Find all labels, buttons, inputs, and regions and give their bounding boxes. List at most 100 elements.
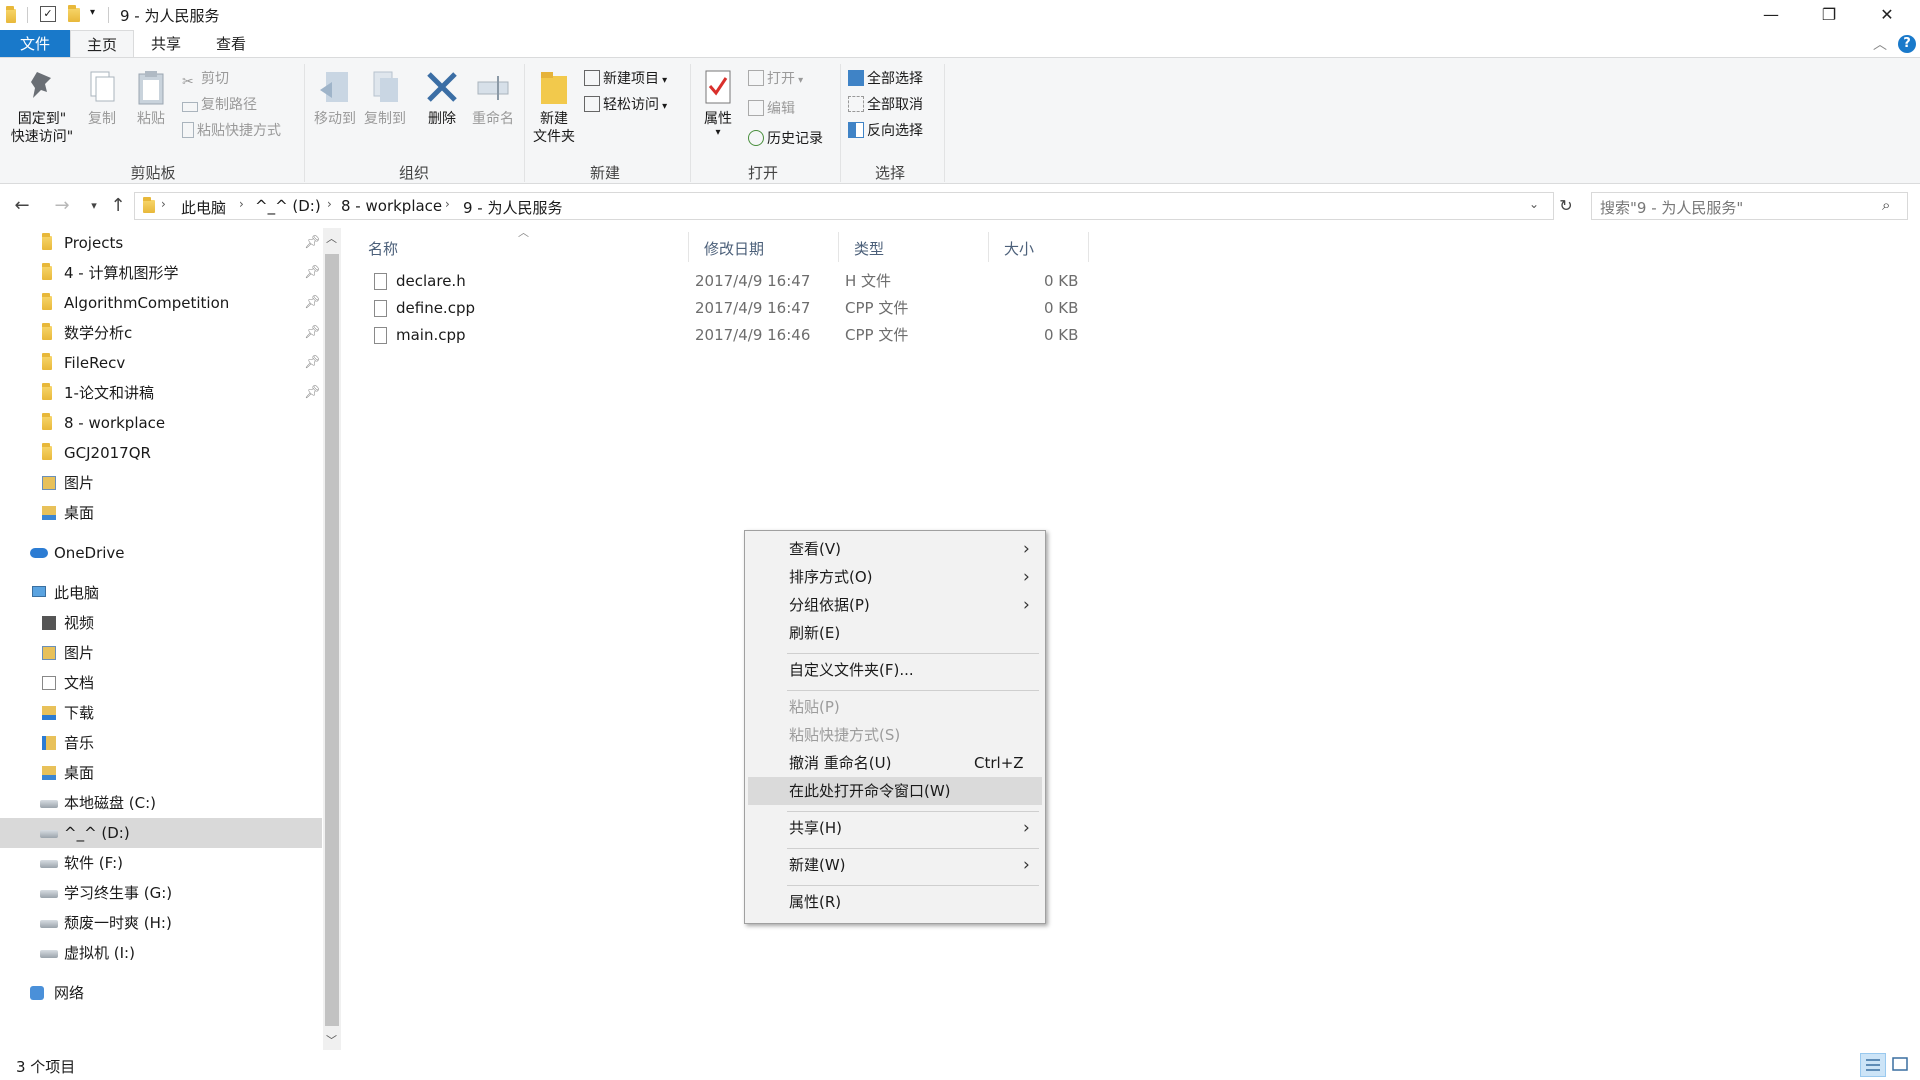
nav-item-workplace[interactable]: 8 - workplace (0, 408, 322, 438)
nav-item-onedrive[interactable]: OneDrive (0, 538, 322, 568)
nav-item-projects[interactable]: Projects 📌︎ (0, 228, 322, 258)
menu-item-view[interactable]: 查看(V) › (748, 535, 1042, 563)
menu-item-new[interactable]: 新建(W) › (748, 851, 1042, 879)
nav-item-gcj[interactable]: GCJ2017QR (0, 438, 322, 468)
nav-item-desktop[interactable]: 桌面 (0, 758, 322, 788)
paste-button[interactable]: 粘贴 (128, 62, 174, 128)
menu-item-properties[interactable]: 属性(R) (748, 888, 1042, 916)
forward-arrow-icon[interactable]: → (50, 194, 74, 218)
breadcrumb-this-pc[interactable]: 此电脑 (181, 197, 226, 218)
search-icon[interactable]: ⌕ (1882, 196, 1890, 214)
tab-file[interactable]: 文件 (0, 30, 70, 58)
nav-item-drive-d[interactable]: ^_^ (D:) (0, 818, 322, 848)
nav-item-this-pc[interactable]: 此电脑 (0, 578, 322, 608)
properties-qat-icon[interactable]: ✓ (40, 6, 56, 22)
refresh-icon[interactable]: ↻ (1554, 194, 1578, 218)
menu-item-open-command-window[interactable]: 在此处打开命令窗口(W) (748, 777, 1042, 805)
scroll-up-icon[interactable]: ︿ (326, 230, 337, 246)
menu-item-undo-rename[interactable]: 撤消 重命名(U) Ctrl+Z (748, 749, 1042, 777)
help-icon[interactable]: ? (1898, 35, 1916, 53)
paste-shortcut-button[interactable]: 粘贴快捷方式 (182, 120, 281, 142)
select-all-button[interactable]: 全部选择 (848, 68, 923, 90)
pin-to-quick-access-button[interactable]: 固定到" 快速访问" (4, 62, 80, 146)
copy-button[interactable]: 复制 (80, 62, 124, 128)
nav-item-graphics[interactable]: 4 - 计算机图形学 📌︎ (0, 258, 322, 288)
copy-path-button[interactable]: 复制路径 (182, 94, 257, 116)
up-arrow-icon[interactable]: ↑ (106, 194, 130, 218)
menu-item-customize-folder[interactable]: 自定义文件夹(F)... (748, 656, 1042, 684)
nav-item-drive-f[interactable]: 软件 (F:) (0, 848, 322, 878)
details-view-icon[interactable] (1860, 1053, 1886, 1077)
breadcrumb-current-folder[interactable]: 9 - 为人民服务 (463, 197, 563, 218)
edit-button[interactable]: 编辑 (748, 98, 795, 120)
breadcrumb-separator-icon[interactable]: › (327, 197, 332, 211)
nav-item-algorithm[interactable]: AlgorithmCompetition 📌︎ (0, 288, 322, 318)
close-button[interactable]: ✕ (1858, 0, 1916, 30)
menu-item-paste[interactable]: 粘贴(P) (748, 693, 1042, 721)
breadcrumb-separator-icon[interactable]: › (161, 197, 166, 211)
nav-item-drive-c[interactable]: 本地磁盘 (C:) (0, 788, 322, 818)
address-dropdown-icon[interactable]: ⌄ (1529, 197, 1539, 211)
new-folder-button[interactable]: 新建 文件夹 (528, 62, 580, 146)
column-header-name[interactable]: 名称 (352, 234, 688, 264)
column-separator[interactable] (1088, 232, 1089, 262)
menu-item-paste-shortcut[interactable]: 粘贴快捷方式(S) (748, 721, 1042, 749)
nav-scrollbar-thumb[interactable] (325, 254, 339, 1026)
breadcrumb-workplace[interactable]: 8 - workplace (341, 197, 442, 215)
large-icons-view-icon[interactable] (1888, 1053, 1914, 1077)
nav-item-music[interactable]: 音乐 (0, 728, 322, 758)
properties-button[interactable]: 属性 ▾ (696, 62, 740, 138)
breadcrumb-separator-icon[interactable]: › (445, 197, 450, 211)
menu-item-sort-by[interactable]: 排序方式(O) › (748, 563, 1042, 591)
nav-item-drive-g[interactable]: 学习终生事 (G:) (0, 878, 322, 908)
nav-item-drive-h[interactable]: 颓废一时爽 (H:) (0, 908, 322, 938)
nav-item-filerecv[interactable]: FileRecv 📌︎ (0, 348, 322, 378)
open-button[interactable]: 打开 ▾ (748, 68, 803, 90)
breadcrumb-drive-d[interactable]: ^_^ (D:) (255, 197, 321, 215)
file-row[interactable]: main.cpp 2017/4/9 16:46 CPP 文件 0 KB (352, 322, 1920, 349)
nav-item-papers[interactable]: 1-论文和讲稿 📌︎ (0, 378, 322, 408)
folder-icon (6, 6, 16, 23)
breadcrumb-separator-icon[interactable]: › (239, 197, 244, 211)
menu-item-refresh[interactable]: 刷新(E) (748, 619, 1042, 647)
nav-item-desktop-qa[interactable]: 桌面 (0, 498, 322, 528)
easy-access-button[interactable]: 轻松访问 ▾ (584, 94, 667, 116)
nav-item-network[interactable]: 网络 (0, 978, 322, 1008)
search-box[interactable]: 搜索"9 - 为人民服务" ⌕ (1591, 192, 1908, 220)
nav-item-math[interactable]: 数学分析c 📌︎ (0, 318, 322, 348)
column-header-type[interactable]: 类型 (838, 234, 988, 264)
address-bar[interactable]: › 此电脑 › ^_^ (D:) › 8 - workplace › 9 - 为… (134, 192, 1554, 220)
rename-button[interactable]: 重命名 (466, 62, 520, 128)
nav-item-videos[interactable]: 视频 (0, 608, 322, 638)
tab-share[interactable]: 共享 (134, 30, 198, 58)
file-row[interactable]: declare.h 2017/4/9 16:47 H 文件 0 KB (352, 268, 1920, 295)
nav-item-drive-i[interactable]: 虚拟机 (I:) (0, 938, 322, 968)
recent-locations-chevron-icon[interactable]: ▾ (82, 194, 106, 218)
back-arrow-icon[interactable]: ← (10, 194, 34, 218)
nav-item-downloads[interactable]: 下载 (0, 698, 322, 728)
file-row[interactable]: define.cpp 2017/4/9 16:47 CPP 文件 0 KB (352, 295, 1920, 322)
delete-button[interactable]: 删除 (418, 62, 466, 128)
new-folder-qat-icon[interactable] (68, 5, 80, 22)
column-header-size[interactable]: 大小 (988, 234, 1088, 264)
maximize-button[interactable]: ❐ (1800, 0, 1858, 30)
tab-view[interactable]: 查看 (198, 30, 264, 58)
nav-item-documents[interactable]: 文档 (0, 668, 322, 698)
cut-button[interactable]: ✂ 剪切 (182, 68, 229, 90)
minimize-button[interactable]: — (1742, 0, 1800, 30)
qat-dropdown-icon[interactable]: ▾ (90, 7, 95, 18)
invert-selection-button[interactable]: 反向选择 (848, 120, 923, 142)
menu-item-group-by[interactable]: 分组依据(P) › (748, 591, 1042, 619)
collapse-ribbon-icon[interactable]: ︿ (1873, 34, 1887, 54)
move-to-button[interactable]: 移动到 (310, 62, 360, 128)
column-header-date[interactable]: 修改日期 (688, 234, 838, 264)
copy-to-button[interactable]: 复制到 (360, 62, 410, 128)
new-item-button[interactable]: 新建项目 ▾ (584, 68, 667, 90)
nav-item-pictures[interactable]: 图片 (0, 638, 322, 668)
history-button[interactable]: 历史记录 (748, 128, 823, 150)
nav-item-pictures-qa[interactable]: 图片 (0, 468, 322, 498)
scroll-down-icon[interactable]: ﹀ (326, 1032, 337, 1048)
menu-item-share[interactable]: 共享(H) › (748, 814, 1042, 842)
select-none-button[interactable]: 全部取消 (848, 94, 923, 116)
tab-home[interactable]: 主页 (70, 30, 134, 58)
